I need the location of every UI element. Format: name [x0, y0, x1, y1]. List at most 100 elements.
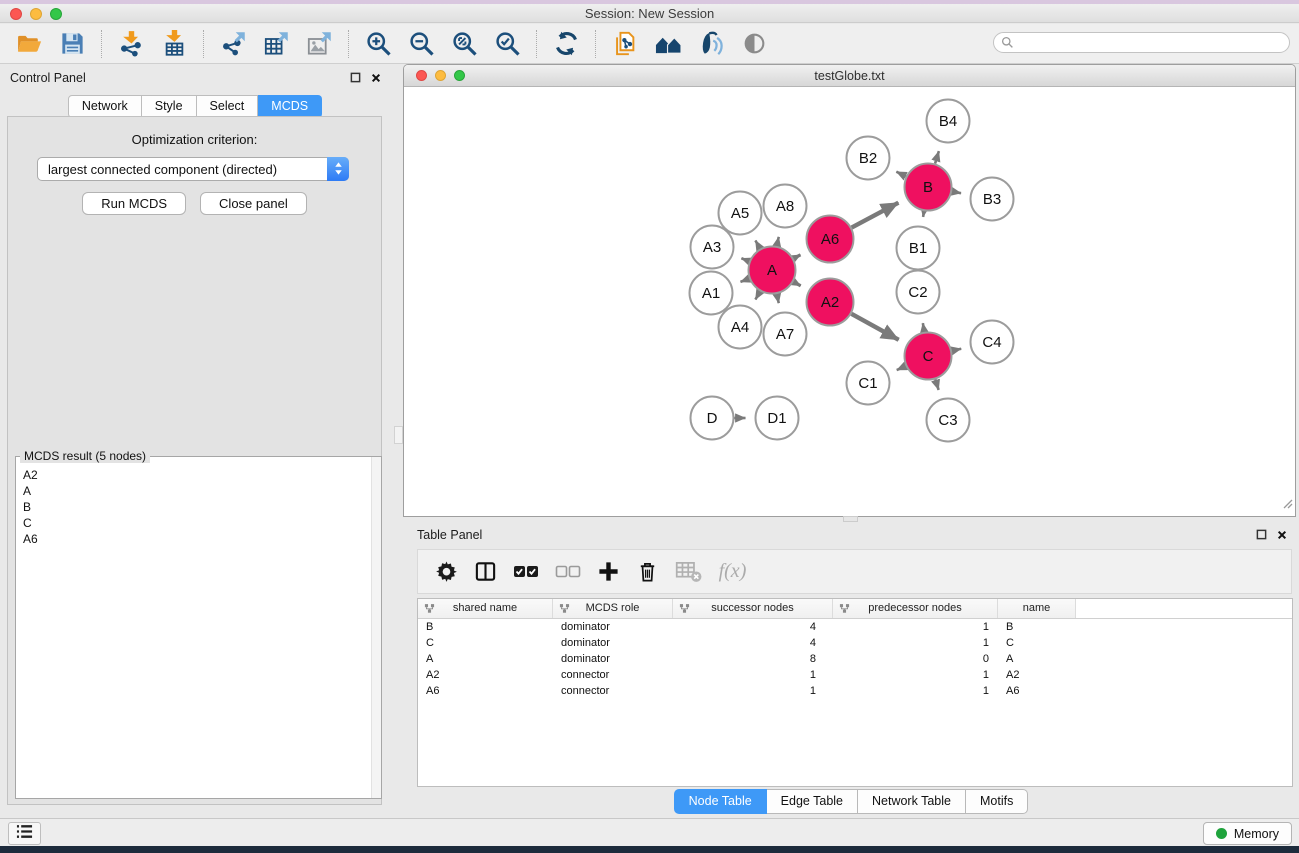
float-panel-icon[interactable] [350, 72, 361, 83]
close-window-button[interactable] [10, 8, 22, 20]
memory-button[interactable]: Memory [1203, 822, 1292, 845]
tab-style[interactable]: Style [142, 95, 197, 118]
edge-C-C1[interactable] [897, 366, 906, 370]
export-network-icon[interactable] [216, 27, 250, 61]
column-header-shared-name[interactable]: shared name [418, 599, 553, 618]
select-all-icon[interactable] [513, 560, 539, 583]
tab-network-table[interactable]: Network Table [858, 789, 966, 814]
float-table-panel-icon[interactable] [1256, 529, 1267, 540]
zoom-fit-icon[interactable] [447, 27, 481, 61]
edge-A-A8[interactable] [777, 237, 779, 246]
status-bar: Memory [0, 818, 1299, 846]
network-close-button[interactable] [416, 70, 427, 81]
edge-A-A2[interactable] [793, 282, 800, 286]
edge-A-A6[interactable] [794, 255, 801, 259]
column-header-MCDS-role[interactable]: MCDS role [553, 599, 673, 618]
table-panel-tabs: Node TableEdge TableNetwork TableMotifs [403, 789, 1299, 814]
edge-C-C3[interactable] [935, 379, 938, 390]
export-image-icon[interactable] [302, 27, 336, 61]
tab-select[interactable]: Select [197, 95, 259, 118]
edge-A2-C[interactable] [851, 314, 898, 340]
table-cell: 1 [833, 637, 998, 649]
close-panel-button[interactable]: Close panel [200, 192, 307, 215]
mcds-result-item[interactable]: A6 [23, 531, 367, 547]
tab-node-table[interactable]: Node Table [674, 789, 767, 814]
window-controls[interactable] [10, 8, 62, 20]
criterion-select[interactable]: largest connected component (directed) [37, 157, 349, 181]
tab-edge-table[interactable]: Edge Table [767, 789, 858, 814]
show-hide-icon[interactable] [737, 27, 771, 61]
edge-A-A7[interactable] [777, 294, 779, 303]
refresh-icon[interactable] [549, 27, 583, 61]
network-graph[interactable]: B4B2BB3A5A8A6A3B1AA1C2A2A4A7CC4C1C3DD1 [404, 87, 1295, 517]
zoom-in-icon[interactable] [361, 27, 395, 61]
edge-B-B3[interactable] [952, 192, 961, 194]
network-canvas[interactable]: B4B2BB3A5A8A6A3B1AA1C2A2A4A7CC4C1C3DD1 [404, 87, 1295, 516]
tab-mcds[interactable]: MCDS [258, 95, 322, 118]
settings-icon[interactable] [435, 560, 458, 583]
edge-B-B2[interactable] [896, 172, 906, 177]
duplicate-network-icon[interactable] [608, 27, 642, 61]
columns-icon[interactable] [474, 560, 497, 583]
graph-node-label-D1: D1 [767, 410, 786, 427]
mcds-result-item[interactable]: B [23, 499, 367, 515]
toolbar-separator [203, 30, 204, 58]
run-mcds-button[interactable]: Run MCDS [82, 192, 186, 215]
mcds-result-item[interactable]: A [23, 483, 367, 499]
column-header-name[interactable]: name [998, 599, 1076, 618]
import-network-icon[interactable] [114, 27, 148, 61]
zoom-window-button[interactable] [50, 8, 62, 20]
table-row[interactable]: Adominator80A [418, 651, 1292, 667]
network-window-controls[interactable] [416, 70, 465, 81]
delete-icon[interactable] [636, 560, 659, 583]
close-panel-icon[interactable] [371, 73, 381, 83]
toolbar-separator [536, 30, 537, 58]
save-session-icon[interactable] [55, 27, 89, 61]
column-header-successor-nodes[interactable]: successor nodes [673, 599, 833, 618]
tab-motifs[interactable]: Motifs [966, 789, 1028, 814]
table-cell: B [998, 621, 1076, 633]
home-icon[interactable] [651, 27, 685, 61]
zoom-selected-icon[interactable] [490, 27, 524, 61]
edge-C-C4[interactable] [952, 349, 961, 351]
open-file-icon[interactable] [12, 27, 46, 61]
result-scrollbar[interactable] [371, 457, 381, 798]
search-input[interactable] [1018, 34, 1289, 51]
graph-node-label-A6: A6 [821, 231, 839, 248]
edge-A-A3[interactable] [741, 258, 749, 261]
deselect-all-icon[interactable] [555, 560, 581, 583]
control-panel: Control Panel NetworkStyleSelectMCDS Opt… [0, 64, 390, 818]
table-row[interactable]: A6connector11A6 [418, 683, 1292, 699]
table-row[interactable]: Bdominator41B [418, 619, 1292, 635]
edge-A6-B[interactable] [852, 203, 899, 228]
edge-A-A5[interactable] [755, 240, 760, 248]
tab-network[interactable]: Network [68, 95, 142, 118]
edge-A-A4[interactable] [755, 291, 760, 299]
table-row[interactable]: Cdominator41C [418, 635, 1292, 651]
network-window-titlebar: testGlobe.txt [404, 65, 1295, 87]
edge-A-A1[interactable] [740, 279, 749, 282]
add-icon[interactable] [597, 560, 620, 583]
console-button[interactable] [8, 822, 41, 845]
column-header-predecessor-nodes[interactable]: predecessor nodes [833, 599, 998, 618]
network-minimize-button[interactable] [435, 70, 446, 81]
edge-C-C2[interactable] [923, 323, 924, 332]
table-row[interactable]: A2connector11A2 [418, 667, 1292, 683]
close-table-panel-icon[interactable] [1277, 530, 1287, 540]
mcds-result-item[interactable]: A2 [23, 467, 367, 483]
toggle-graphics-icon[interactable] [694, 27, 728, 61]
task-list-icon [15, 823, 34, 845]
graph-node-label-A7: A7 [776, 326, 794, 343]
minimize-window-button[interactable] [30, 8, 42, 20]
mcds-result-item[interactable]: C [23, 515, 367, 531]
import-table-icon[interactable] [157, 27, 191, 61]
vertical-splitter-grip[interactable] [394, 426, 403, 444]
edge-B-B4[interactable] [935, 151, 939, 163]
export-table-icon[interactable] [259, 27, 293, 61]
zoom-out-icon[interactable] [404, 27, 438, 61]
network-zoom-button[interactable] [454, 70, 465, 81]
search-field[interactable] [993, 32, 1290, 53]
edge-B-B1[interactable] [923, 211, 924, 217]
resize-grip-icon[interactable] [1281, 496, 1293, 514]
hierarchy-sort-icon [839, 603, 850, 614]
